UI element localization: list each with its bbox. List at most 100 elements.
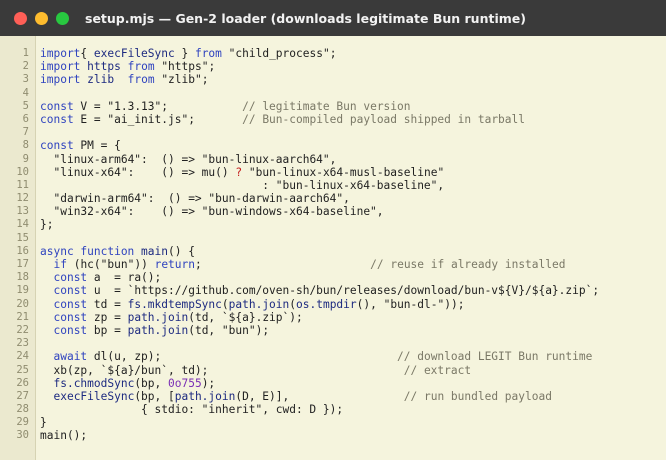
- code-line: 11 : "bun-linux-x64-baseline",: [0, 179, 666, 192]
- code-token: ,: [376, 205, 384, 219]
- string-token: "zlib": [161, 73, 202, 87]
- line-number: 12: [16, 192, 29, 205]
- code-token: (: [289, 297, 297, 311]
- line-code: };: [40, 218, 53, 231]
- code-token: : () => mu(): [127, 165, 236, 179]
- code-token: : () =>: [147, 192, 209, 206]
- code-line: 7: [0, 126, 666, 139]
- line-code: "linux-arm64": () => "bun-linux-aarch64"…: [40, 153, 336, 166]
- line-number: 28: [16, 403, 29, 416]
- code-token: , cwd: D });: [262, 403, 344, 417]
- keyword-token: const: [40, 99, 74, 113]
- string-token: "linux-arm64": [53, 152, 142, 166]
- code-line: 22 const bp = path.join(td, "bun");: [0, 324, 666, 337]
- code-line: 14};: [0, 218, 666, 231]
- code-token: (: [221, 297, 229, 311]
- line-code: const td = fs.mkdtempSync(path.join(os.t…: [40, 298, 464, 311]
- identifier-token: path.join: [127, 310, 189, 324]
- identifier-token: execFileSync: [53, 389, 135, 403]
- code-token: (bp, [: [134, 389, 175, 403]
- code-line: 8 const PM = {: [0, 139, 666, 152]
- code-token: { stdio:: [40, 403, 202, 417]
- string-token: `https://github.com/oven-sh/bun/releases…: [127, 284, 593, 298]
- line-code: import https from "https";: [40, 60, 215, 73]
- code-line: 18 const a = ra();: [0, 271, 666, 284]
- string-token: `${a}/bun`: [100, 363, 168, 377]
- line-number: 29: [16, 416, 29, 429]
- code-token: (hc(: [66, 258, 101, 271]
- string-token: "child_process": [228, 47, 330, 60]
- line-code: execFileSync(bp, [path.join(D, E)], // r…: [40, 389, 551, 403]
- line-code: const PM = {: [40, 139, 121, 152]
- line-code: "win32-x64": () => "bun-windows-x64-base…: [40, 205, 384, 219]
- maximize-window-button[interactable]: [56, 11, 69, 25]
- line-number: 19: [16, 284, 29, 297]
- string-token: "bun-windows-x64-baseline": [201, 205, 377, 219]
- code-line: 24 await dl(u, zp); // download LEGIT Bu…: [0, 350, 666, 363]
- code-line: 1 import{ execFileSync } from "child_proc…: [0, 47, 666, 60]
- line-number: 17: [16, 258, 29, 270]
- line-number: 2: [22, 60, 29, 73]
- string-token: "ai_init.js": [107, 112, 189, 126]
- string-token: "linux-x64": [53, 165, 128, 179]
- code-token: xb(zp,: [40, 363, 101, 377]
- line-number: 23: [16, 337, 29, 350]
- identifier-token: execFileSync: [93, 47, 175, 60]
- line-number: 7: [22, 126, 29, 139]
- line-number: 4: [22, 86, 29, 99]
- code-token: )): [134, 258, 148, 271]
- code-token: a = ra();: [87, 271, 162, 285]
- line-number: 30: [16, 429, 29, 442]
- code-token: : () =>: [141, 152, 202, 166]
- number-token: 0o755: [168, 376, 202, 390]
- code-editor[interactable]: 1 import{ execFileSync } from "child_proc…: [0, 36, 666, 460]
- code-token: V =: [73, 99, 108, 113]
- line-number: 9: [22, 152, 29, 165]
- string-token: "bun": [100, 258, 135, 271]
- keyword-token: const: [53, 310, 88, 324]
- line-code: "linux-x64": () => mu() ? "bun-linux-x64…: [40, 166, 444, 179]
- code-line: 6 const E = "ai_init.js"; // Bun-compiled…: [0, 113, 666, 126]
- code-token: (),: [356, 297, 384, 311]
- code-token: (bp,: [134, 376, 168, 390]
- minimize-window-button[interactable]: [35, 11, 48, 25]
- line-code: const V = "1.3.13"; // legitimate Bun ve…: [40, 100, 411, 113]
- code-line: 28 { stdio: "inherit", cwd: D });: [0, 403, 666, 416]
- line-number: 21: [16, 310, 29, 323]
- code-token: ;: [195, 258, 202, 271]
- code-line: 12 "darwin-arm64": () => "bun-darwin-aar…: [0, 192, 666, 205]
- string-token: "1.3.13": [107, 99, 162, 113]
- code-token: ;: [329, 47, 337, 60]
- string-token: "darwin-arm64": [53, 192, 148, 206]
- code-token: : () =>: [127, 205, 202, 219]
- code-token: PM = {: [73, 139, 121, 153]
- editor-window: setup.mjs — Gen-2 loader (downloads legi…: [0, 0, 666, 460]
- line-number: 27: [16, 389, 29, 402]
- keyword-token: import: [40, 47, 81, 60]
- identifier-token: path.join: [174, 389, 236, 403]
- line-code: xb(zp, `${a}/bun`, td); // extract: [40, 364, 471, 377]
- comment-token: // download LEGIT Bun runtime: [397, 350, 593, 364]
- string-token: "bun": [221, 323, 256, 337]
- window-title: setup.mjs — Gen-2 loader (downloads legi…: [85, 10, 526, 26]
- code-line: 5 const V = "1.3.13"; // legitimate Bun v…: [0, 100, 666, 113]
- string-token: "bun-linux-aarch64": [201, 152, 330, 166]
- code-line: 25 xb(zp, `${a}/bun`, td); // extract: [0, 364, 666, 377]
- keyword-token: const: [40, 112, 74, 126]
- keyword-token: const: [53, 323, 88, 337]
- line-number: 14: [16, 218, 29, 231]
- code-lines: 1 import{ execFileSync } from "child_proc…: [0, 47, 666, 443]
- line-number: 8: [22, 139, 29, 152]
- string-token: "https": [161, 60, 209, 74]
- close-window-button[interactable]: [14, 11, 27, 25]
